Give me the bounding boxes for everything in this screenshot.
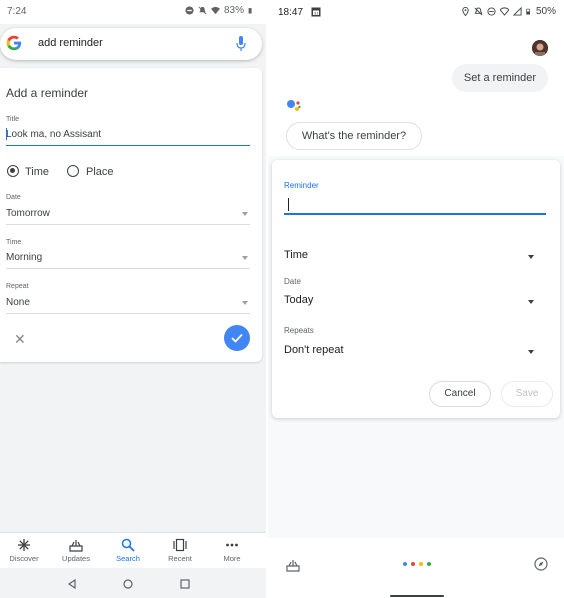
repeat-dropdown[interactable]: None (6, 297, 30, 308)
home-indicator[interactable] (390, 595, 444, 597)
status-bar: 7:24 83% (0, 0, 266, 24)
reminder-label: Reminder (284, 181, 319, 190)
avatar[interactable] (532, 40, 548, 56)
system-navigation (0, 570, 266, 598)
google-logo-icon (6, 35, 22, 51)
date-label: Date (6, 194, 21, 201)
save-button[interactable]: Save (501, 381, 553, 407)
bottom-navigation: Discover Updates Search Recent More (0, 532, 266, 568)
status-time: 18:47 (278, 7, 304, 18)
chevron-down-icon[interactable] (528, 350, 534, 354)
right-phone-screen: 18:47 31 50% Set a reminder What's the r… (268, 0, 564, 598)
text-caret (288, 198, 289, 211)
assistant-bottom-bar (268, 538, 564, 598)
nav-more[interactable]: More (208, 538, 256, 563)
nav-search[interactable]: Search (104, 538, 152, 563)
chevron-down-icon[interactable] (242, 256, 248, 260)
overview-icon[interactable] (180, 579, 190, 589)
divider (6, 313, 250, 314)
time-radio[interactable] (7, 165, 19, 177)
wifi-icon (210, 6, 220, 15)
confirm-button[interactable] (224, 325, 250, 351)
search-icon (121, 538, 135, 552)
nav-discover[interactable]: Discover (0, 538, 48, 563)
repeat-label: Repeat (6, 283, 29, 290)
date-dropdown[interactable]: Today (284, 294, 313, 306)
user-message-bubble: Set a reminder (452, 64, 548, 92)
left-phone-screen: 7:24 83% add reminder Add a reminder Tit… (0, 0, 266, 598)
divider (6, 268, 250, 269)
dnd-icon (487, 7, 496, 16)
battery-percent: 50% (535, 6, 556, 17)
repeats-dropdown[interactable]: Don't repeat (284, 344, 344, 356)
battery-icon (526, 8, 530, 15)
time-dropdown[interactable]: Time (284, 249, 308, 261)
asterisk-icon (18, 539, 30, 551)
chevron-down-icon[interactable] (242, 212, 248, 216)
location-icon (462, 7, 469, 16)
text-caret (6, 128, 7, 140)
assistant-logo-icon (287, 100, 301, 111)
status-bar: 18:47 31 50% (268, 0, 564, 26)
updates-icon (69, 540, 83, 552)
reminder-input[interactable] (284, 213, 546, 215)
search-query[interactable]: add reminder (38, 37, 103, 49)
chevron-down-icon[interactable] (242, 301, 248, 305)
time-radio-label: Time (25, 166, 50, 178)
chevron-down-icon[interactable] (528, 300, 534, 304)
chevron-down-icon[interactable] (528, 255, 534, 259)
back-icon[interactable] (67, 579, 77, 589)
home-icon[interactable] (123, 579, 133, 589)
updates-icon[interactable] (286, 559, 300, 572)
check-icon (231, 333, 243, 343)
more-icon (226, 543, 238, 547)
title-label: Title (6, 116, 19, 123)
title-field[interactable]: Look ma, no Assisant (6, 129, 101, 140)
card-heading: Add a reminder (6, 86, 89, 100)
date-label: Date (284, 277, 301, 286)
date-dropdown[interactable]: Tomorrow (6, 208, 50, 219)
divider (6, 224, 250, 225)
reminder-card: Reminder Time Date Today Repeats Don't r… (272, 160, 560, 418)
place-radio[interactable] (67, 165, 79, 177)
time-dropdown[interactable]: Morning (6, 252, 42, 263)
search-bar[interactable]: add reminder (0, 28, 262, 60)
nav-updates[interactable]: Updates (52, 538, 100, 563)
signal-icon (512, 7, 522, 16)
wifi-icon (499, 7, 509, 16)
assistant-dots-icon[interactable] (402, 561, 432, 567)
close-icon[interactable]: ✕ (14, 332, 26, 346)
mic-icon[interactable] (236, 36, 246, 52)
status-time: 7:24 (7, 6, 27, 17)
battery-icon (248, 8, 252, 14)
dnd-icon (185, 6, 194, 15)
user-photo-icon (532, 40, 548, 56)
repeats-label: Repeats (284, 326, 314, 335)
nav-recent[interactable]: Recent (156, 538, 204, 563)
battery-percent: 83% (223, 5, 244, 16)
place-radio-label: Place (86, 166, 114, 178)
muted-bell-icon (198, 6, 207, 15)
calendar-icon: 31 (311, 7, 321, 17)
add-reminder-card: Add a reminder Title Look ma, no Assisan… (0, 68, 262, 362)
recent-icon (173, 538, 187, 552)
muted-bell-icon (474, 7, 483, 16)
title-underline (6, 145, 250, 146)
cancel-button[interactable]: Cancel (429, 381, 491, 407)
time-label: Time (6, 239, 22, 246)
assistant-message-bubble: What's the reminder? (286, 122, 422, 150)
svg-text:31: 31 (314, 11, 319, 16)
compass-icon[interactable] (534, 557, 548, 571)
